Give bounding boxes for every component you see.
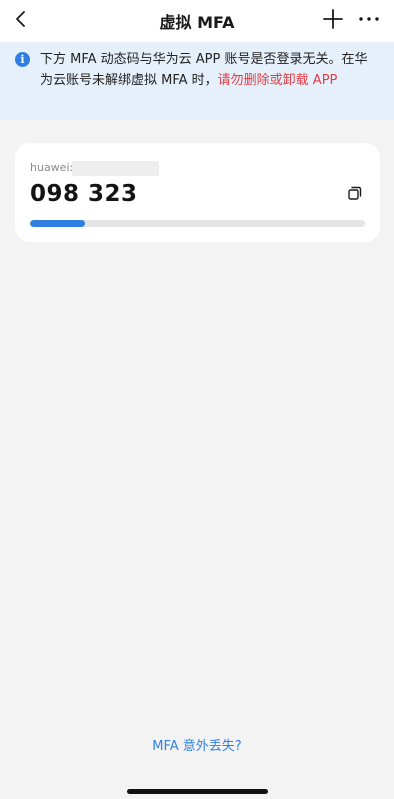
countdown-progress-fill [30,220,86,227]
countdown-progress [30,220,365,227]
notice-banner: i 下方 MFA 动态码与华为云 APP 账号是否登录无关。在华为云账号未解绑虚… [0,42,394,120]
mfa-code: 098 323 [30,181,138,207]
add-button[interactable] [320,6,346,32]
mfa-card: huawei: 098 323 [15,143,380,242]
plus-icon [323,9,343,29]
notice-text: 下方 MFA 动态码与华为云 APP 账号是否登录无关。在华为云账号未解绑虚拟 … [40,49,370,91]
notice-warning: 请勿删除或卸载 APP [217,73,338,88]
copy-button[interactable] [346,184,364,202]
home-indicator [127,789,268,794]
mfa-lost-link[interactable]: MFA 意外丢失? [0,735,394,754]
more-button[interactable] [356,6,382,32]
account-label: huawei: [30,161,74,174]
copy-icon [348,186,362,200]
account-name-mask [72,161,159,176]
more-horizontal-icon [359,17,379,21]
info-icon: i [15,52,30,67]
navigation-bar: 虚拟 MFA [0,0,394,42]
